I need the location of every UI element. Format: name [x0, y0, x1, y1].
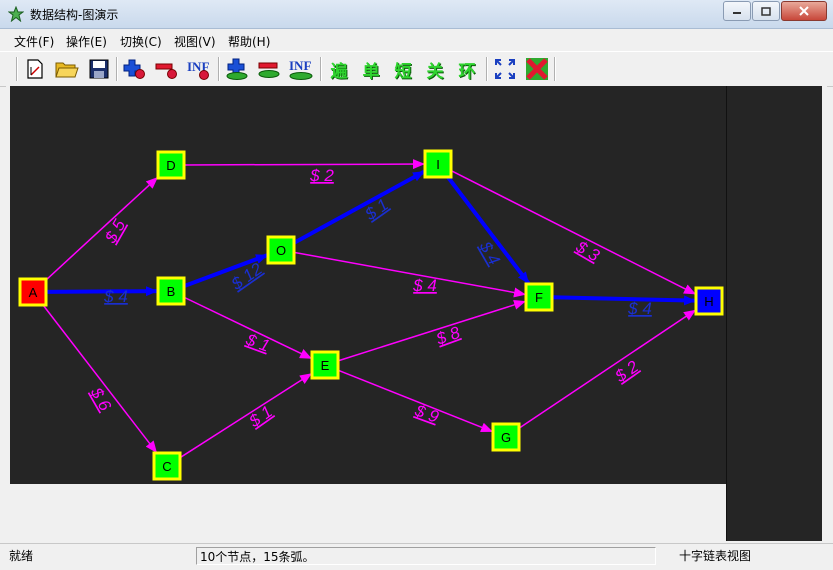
edge-weight-label: $ 2	[611, 357, 643, 387]
maximize-button[interactable]	[752, 1, 780, 21]
toolbar-separator	[116, 57, 118, 81]
clear-button[interactable]	[524, 56, 550, 82]
critical-path-label: 关	[426, 61, 444, 82]
status-info: 10个节点，15条弧。	[196, 547, 656, 565]
add-edge-icon	[226, 58, 248, 80]
graph-node-label: E	[321, 358, 330, 373]
cycle-label: 环	[458, 61, 476, 82]
graph-node-label: G	[501, 430, 511, 445]
graph-node-label: D	[166, 158, 175, 173]
edge-E-G[interactable]	[337, 369, 494, 433]
app-window: 数据结构-图演示 文件(F) 操作(E) 切换(C) 视图(V) 帮助(H) I…	[0, 0, 833, 570]
edge-F-H[interactable]	[551, 295, 697, 306]
menu-view[interactable]: 视图(V)	[174, 33, 216, 50]
inf-node-icon: INF	[187, 59, 209, 80]
add-edge-button[interactable]	[224, 56, 250, 82]
graph-node-label: B	[167, 284, 176, 299]
clear-x-icon	[526, 58, 548, 80]
toolbar-separator	[320, 57, 322, 81]
canvas-bottom-area	[6, 484, 726, 541]
graph-node-label: C	[162, 459, 171, 474]
menu-switch[interactable]: 切换(C)	[120, 33, 162, 50]
inf-edge-icon: INF	[289, 58, 313, 80]
toolbar-separator	[554, 57, 556, 81]
delete-node-icon	[155, 63, 177, 79]
status-bar: 就绪 10个节点，15条弧。 十字链表视图	[0, 543, 833, 570]
side-panel	[726, 86, 822, 541]
menu-help[interactable]: 帮助(H)	[228, 33, 270, 50]
status-ready: 就绪	[9, 549, 34, 563]
edge-weight-label: $ 6	[86, 383, 115, 414]
add-node-icon	[123, 59, 145, 79]
edge-A-C[interactable]	[42, 304, 157, 453]
edge-weight-label: $ 1	[245, 402, 276, 432]
maximize-icon	[761, 6, 771, 16]
cycle-button[interactable]: 环	[454, 56, 480, 82]
new-document-icon	[27, 59, 43, 79]
edge-A-B[interactable]	[45, 286, 159, 297]
menu-bar: 文件(F) 操作(E) 切换(C) 视图(V) 帮助(H)	[0, 30, 833, 50]
edge-G-H[interactable]	[518, 309, 696, 429]
inf-node-button[interactable]: INF	[186, 56, 212, 82]
edge-weight-label: $ 9	[412, 401, 442, 427]
delete-edge-icon	[258, 62, 280, 78]
menu-file[interactable]: 文件(F)	[14, 33, 54, 50]
minimize-button[interactable]	[723, 1, 751, 21]
save-disk-icon	[89, 59, 109, 79]
edge-weight-label: $ 4	[412, 276, 437, 295]
toolbar-separator	[16, 57, 18, 81]
edge-weight-label: $ 4	[627, 299, 652, 318]
edge-weight-label: $ 8	[433, 323, 463, 349]
graph-svg: $ 5 $ 4 $ 6 $ 2 $ 12 $ 1 $ 1 $ 1 $ 4 $ 4 $ 3 $ 8 $ 9…	[18, 149, 724, 481]
shortest-path-label: 短	[394, 61, 412, 82]
toolbar-separator	[486, 57, 488, 81]
edge-weight-label: $ 4	[103, 287, 128, 306]
new-graph-button[interactable]	[22, 56, 48, 82]
graph-node-label: O	[276, 243, 286, 258]
graph-node-label: F	[535, 290, 543, 305]
delete-node-button[interactable]	[154, 56, 180, 82]
graph-node-label: H	[704, 294, 713, 309]
graph-node-label: A	[29, 285, 38, 300]
window-title: 数据结构-图演示	[30, 8, 119, 22]
toolbar-separator	[218, 57, 220, 81]
title-bar[interactable]: 数据结构-图演示	[0, 0, 833, 29]
minimize-icon	[733, 12, 741, 14]
edge-weight-label: $ 1	[361, 195, 392, 225]
delete-edge-button[interactable]	[256, 56, 282, 82]
edge-E-F[interactable]	[337, 299, 526, 362]
menu-operate[interactable]: 操作(E)	[66, 33, 107, 50]
svg-text:INF: INF	[289, 58, 311, 73]
edge-weight-label: $ 3	[572, 237, 603, 266]
traverse-button[interactable]: 遍	[326, 56, 352, 82]
close-button[interactable]	[781, 1, 827, 21]
single-source-label: 单	[362, 61, 380, 82]
client-area: $ 5 $ 4 $ 6 $ 2 $ 12 $ 1 $ 1 $ 1 $ 4 $ 4 $ 3 $ 8 $ 9…	[6, 86, 827, 541]
save-file-button[interactable]	[86, 56, 112, 82]
critical-path-button[interactable]: 关	[422, 56, 448, 82]
graph-canvas[interactable]: $ 5 $ 4 $ 6 $ 2 $ 12 $ 1 $ 1 $ 1 $ 4 $ 4 $ 3 $ 8 $ 9…	[10, 86, 726, 484]
open-file-button[interactable]	[54, 56, 80, 82]
edge-weight-label: $ 2	[309, 166, 334, 185]
edge-weight-label: $ 5	[101, 216, 130, 247]
fit-view-button[interactable]	[492, 56, 518, 82]
status-view-mode: 十字链表视图	[679, 549, 752, 563]
fit-view-icon	[495, 59, 515, 79]
graph-node-label: I	[436, 157, 440, 172]
inf-edge-button[interactable]: INF	[288, 56, 314, 82]
edge-weight-label: $ 1	[243, 330, 273, 356]
toolbar: INF INF 遍 单 短 关 环	[0, 51, 833, 87]
add-node-button[interactable]	[122, 56, 148, 82]
edge-weight-label: $ 12	[227, 259, 266, 294]
traverse-label: 遍	[330, 61, 348, 82]
shortest-path-button[interactable]: 短	[390, 56, 416, 82]
close-icon	[799, 6, 809, 16]
edge-A-D[interactable]	[45, 176, 159, 281]
edge-D-I[interactable]	[183, 159, 425, 170]
single-source-button[interactable]: 单	[358, 56, 384, 82]
open-folder-icon	[55, 62, 79, 78]
green-star-icon	[8, 6, 24, 22]
